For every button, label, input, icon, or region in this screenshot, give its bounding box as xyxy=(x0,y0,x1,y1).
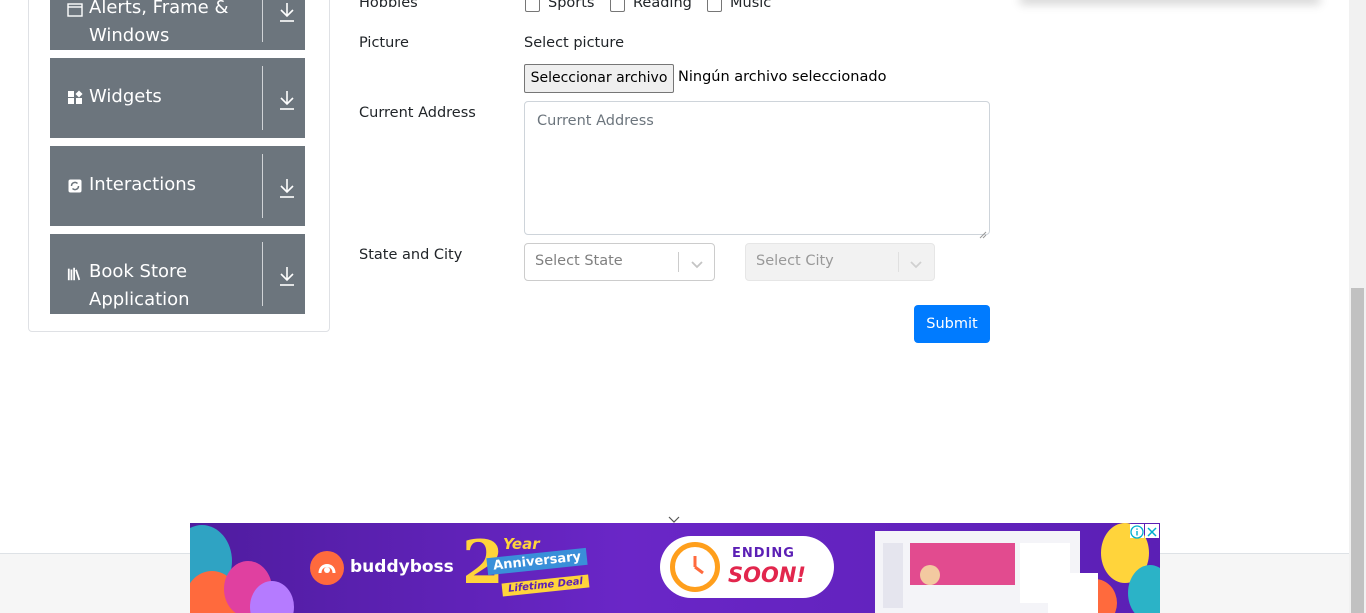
ad-ending: ENDING xyxy=(732,546,795,561)
ad-close-icon[interactable] xyxy=(1145,524,1159,538)
submit-button[interactable]: Submit xyxy=(914,305,990,343)
current-address-label: Current Address xyxy=(359,105,476,121)
city-select-placeholder: Select City xyxy=(756,253,834,269)
select-separator xyxy=(678,252,679,272)
ad-ending-soon-pill: ENDING SOON! xyxy=(660,536,834,598)
separator xyxy=(262,66,263,130)
sidebar-group-label: Alerts, Frame & Windows xyxy=(89,0,229,46)
picture-label: Picture xyxy=(359,35,409,51)
state-select[interactable]: Select State xyxy=(524,243,715,281)
sports-checkbox[interactable] xyxy=(525,0,540,12)
chevron-down-icon[interactable] xyxy=(690,256,704,269)
separator xyxy=(262,154,263,218)
separator xyxy=(262,0,263,42)
buddyboss-logo-icon xyxy=(310,551,344,585)
city-select[interactable]: Select City xyxy=(745,243,935,281)
window-icon xyxy=(67,2,83,18)
separator xyxy=(262,242,263,306)
music-checkbox[interactable] xyxy=(707,0,722,12)
resize-grip-icon[interactable] xyxy=(979,224,987,239)
sidebar-group-label: Interactions xyxy=(89,174,197,195)
interactions-icon xyxy=(67,178,83,194)
current-address-textarea[interactable]: Current Address xyxy=(524,101,990,239)
collapse-ad-chevron-icon[interactable] xyxy=(667,509,681,523)
widgets-icon xyxy=(67,90,83,106)
ad-info-icon[interactable] xyxy=(1130,524,1144,539)
select-separator xyxy=(898,252,899,272)
sidebar-group-book-store[interactable]: Book Store Application xyxy=(50,234,305,314)
sidebar-group-label: Book Store Application xyxy=(89,261,190,310)
reading-checkbox[interactable] xyxy=(610,0,625,12)
ad-badge-year: Year xyxy=(503,535,540,553)
file-status: Ningún archivo seleccionado xyxy=(678,69,887,85)
sidebar-group-interactions[interactable]: Interactions xyxy=(50,146,305,226)
download-arrow-icon[interactable] xyxy=(277,177,297,199)
chevron-down-icon[interactable] xyxy=(909,256,923,269)
sidebar-group-label: Widgets xyxy=(89,86,162,107)
textarea-placeholder: Current Address xyxy=(537,113,654,129)
ad-banner[interactable]: buddyboss 2 Year Anniversary Lifetime De… xyxy=(190,523,1160,613)
sidebar-group-alerts-frame-windows[interactable]: Alerts, Frame & Windows xyxy=(50,0,305,50)
reading-checkbox-label[interactable]: Reading xyxy=(633,0,692,11)
ad-brand: buddyboss xyxy=(350,557,454,577)
download-arrow-icon[interactable] xyxy=(277,265,297,287)
hobbies-label: Hobbies xyxy=(359,0,418,11)
clock-icon xyxy=(670,542,720,592)
download-arrow-icon[interactable] xyxy=(277,89,297,111)
state-select-placeholder: Select State xyxy=(535,253,623,269)
select-picture-label: Select picture xyxy=(524,35,624,51)
download-arrow-icon[interactable] xyxy=(277,1,297,23)
state-city-label: State and City xyxy=(359,247,463,263)
choose-file-button[interactable]: Seleccionar archivo xyxy=(524,64,674,93)
ad-soon: SOON! xyxy=(728,563,806,587)
scrollbar-thumb[interactable] xyxy=(1351,288,1364,613)
sports-checkbox-label[interactable]: Sports xyxy=(548,0,594,11)
books-icon xyxy=(67,266,83,282)
music-checkbox-label[interactable]: Music xyxy=(730,0,771,11)
sidebar-group-widgets[interactable]: Widgets xyxy=(50,58,305,138)
